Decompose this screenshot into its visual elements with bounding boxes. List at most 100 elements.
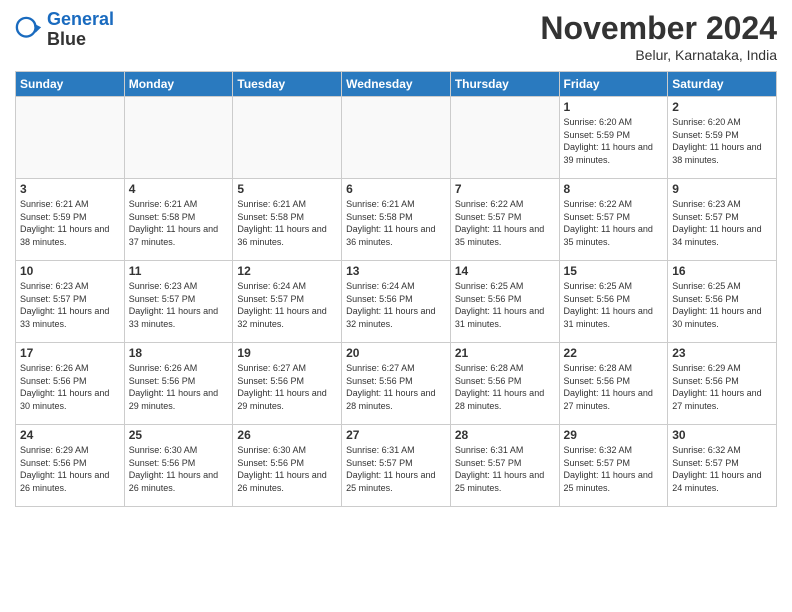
calendar-cell: 28 Sunrise: 6:31 AMSunset: 5:57 PMDayligh… bbox=[450, 425, 559, 507]
day-number: 29 bbox=[564, 428, 664, 442]
calendar-cell: 17 Sunrise: 6:26 AMSunset: 5:56 PMDayligh… bbox=[16, 343, 125, 425]
day-number: 25 bbox=[129, 428, 229, 442]
day-number: 15 bbox=[564, 264, 664, 278]
calendar-cell bbox=[124, 97, 233, 179]
calendar-cell: 24Sunrise: 6:29 AMSunset: 5:56 PMDayligh… bbox=[16, 425, 125, 507]
calendar-cell: 2 Sunrise: 6:20 AMSunset: 5:59 PMDaylight… bbox=[668, 97, 777, 179]
day-info: Sunrise: 6:27 AMSunset: 5:56 PMDaylight:… bbox=[346, 362, 446, 412]
day-info: Sunrise: 6:29 AMSunset: 5:56 PMDaylight:… bbox=[672, 362, 772, 412]
day-number: 3 bbox=[20, 182, 120, 196]
day-info: Sunrise: 6:20 AMSunset: 5:59 PMDaylight:… bbox=[564, 116, 664, 166]
day-info: Sunrise: 6:22 AMSunset: 5:57 PMDaylight:… bbox=[455, 198, 555, 248]
day-info: Sunrise: 6:21 AMSunset: 5:58 PMDaylight:… bbox=[129, 198, 229, 248]
calendar-cell: 8Sunrise: 6:22 AMSunset: 5:57 PMDaylight… bbox=[559, 179, 668, 261]
day-info: Sunrise: 6:23 AMSunset: 5:57 PMDaylight:… bbox=[129, 280, 229, 330]
day-info: Sunrise: 6:26 AMSunset: 5:56 PMDaylight:… bbox=[129, 362, 229, 412]
calendar-cell: 27 Sunrise: 6:31 AMSunset: 5:57 PMDayligh… bbox=[342, 425, 451, 507]
calendar-cell: 30 Sunrise: 6:32 AMSunset: 5:57 PMDayligh… bbox=[668, 425, 777, 507]
day-info: Sunrise: 6:32 AMSunset: 5:57 PMDaylight:… bbox=[672, 444, 772, 494]
day-number: 5 bbox=[237, 182, 337, 196]
day-number: 16 bbox=[672, 264, 772, 278]
day-info: Sunrise: 6:21 AMSunset: 5:59 PMDaylight:… bbox=[20, 198, 120, 248]
day-number: 27 bbox=[346, 428, 446, 442]
day-info: Sunrise: 6:26 AMSunset: 5:56 PMDaylight:… bbox=[20, 362, 120, 412]
day-number: 2 bbox=[672, 100, 772, 114]
day-number: 30 bbox=[672, 428, 772, 442]
day-info: Sunrise: 6:25 AMSunset: 5:56 PMDaylight:… bbox=[672, 280, 772, 330]
day-info: Sunrise: 6:24 AMSunset: 5:56 PMDaylight:… bbox=[346, 280, 446, 330]
day-number: 10 bbox=[20, 264, 120, 278]
weekday-header: Monday bbox=[124, 72, 233, 97]
calendar-cell bbox=[16, 97, 125, 179]
calendar-cell bbox=[233, 97, 342, 179]
title-block: November 2024 Belur, Karnataka, India bbox=[540, 10, 777, 63]
weekday-header: Saturday bbox=[668, 72, 777, 97]
calendar-cell: 5Sunrise: 6:21 AMSunset: 5:58 PMDaylight… bbox=[233, 179, 342, 261]
day-number: 26 bbox=[237, 428, 337, 442]
calendar-cell: 12 Sunrise: 6:24 AMSunset: 5:57 PMDayligh… bbox=[233, 261, 342, 343]
logo-text: General Blue bbox=[47, 10, 114, 50]
calendar-cell: 21Sunrise: 6:28 AMSunset: 5:56 PMDayligh… bbox=[450, 343, 559, 425]
weekday-header: Sunday bbox=[16, 72, 125, 97]
calendar-cell: 18 Sunrise: 6:26 AMSunset: 5:56 PMDayligh… bbox=[124, 343, 233, 425]
calendar-cell: 15 Sunrise: 6:25 AMSunset: 5:56 PMDayligh… bbox=[559, 261, 668, 343]
calendar: SundayMondayTuesdayWednesdayThursdayFrid… bbox=[15, 71, 777, 507]
day-number: 1 bbox=[564, 100, 664, 114]
weekday-header: Wednesday bbox=[342, 72, 451, 97]
day-info: Sunrise: 6:24 AMSunset: 5:57 PMDaylight:… bbox=[237, 280, 337, 330]
day-info: Sunrise: 6:32 AMSunset: 5:57 PMDaylight:… bbox=[564, 444, 664, 494]
calendar-cell: 9 Sunrise: 6:23 AMSunset: 5:57 PMDaylight… bbox=[668, 179, 777, 261]
calendar-cell bbox=[450, 97, 559, 179]
month-title: November 2024 bbox=[540, 10, 777, 47]
day-info: Sunrise: 6:20 AMSunset: 5:59 PMDaylight:… bbox=[672, 116, 772, 166]
day-number: 4 bbox=[129, 182, 229, 196]
day-info: Sunrise: 6:23 AMSunset: 5:57 PMDaylight:… bbox=[672, 198, 772, 248]
calendar-cell: 6 Sunrise: 6:21 AMSunset: 5:58 PMDaylight… bbox=[342, 179, 451, 261]
day-number: 7 bbox=[455, 182, 555, 196]
day-info: Sunrise: 6:30 AMSunset: 5:56 PMDaylight:… bbox=[237, 444, 337, 494]
calendar-week-row: 3 Sunrise: 6:21 AMSunset: 5:59 PMDaylight… bbox=[16, 179, 777, 261]
calendar-cell: 20 Sunrise: 6:27 AMSunset: 5:56 PMDayligh… bbox=[342, 343, 451, 425]
logo-icon bbox=[15, 16, 43, 44]
day-info: Sunrise: 6:22 AMSunset: 5:57 PMDaylight:… bbox=[564, 198, 664, 248]
day-number: 6 bbox=[346, 182, 446, 196]
day-number: 9 bbox=[672, 182, 772, 196]
day-info: Sunrise: 6:27 AMSunset: 5:56 PMDaylight:… bbox=[237, 362, 337, 412]
day-number: 17 bbox=[20, 346, 120, 360]
calendar-week-row: 10 Sunrise: 6:23 AMSunset: 5:57 PMDayligh… bbox=[16, 261, 777, 343]
day-info: Sunrise: 6:31 AMSunset: 5:57 PMDaylight:… bbox=[346, 444, 446, 494]
header: General Blue November 2024 Belur, Karnat… bbox=[15, 10, 777, 63]
location: Belur, Karnataka, India bbox=[540, 47, 777, 63]
day-info: Sunrise: 6:30 AMSunset: 5:56 PMDaylight:… bbox=[129, 444, 229, 494]
day-number: 12 bbox=[237, 264, 337, 278]
calendar-cell: 4 Sunrise: 6:21 AMSunset: 5:58 PMDaylight… bbox=[124, 179, 233, 261]
day-number: 21 bbox=[455, 346, 555, 360]
calendar-cell: 13Sunrise: 6:24 AMSunset: 5:56 PMDayligh… bbox=[342, 261, 451, 343]
calendar-cell: 3 Sunrise: 6:21 AMSunset: 5:59 PMDaylight… bbox=[16, 179, 125, 261]
calendar-cell: 29 Sunrise: 6:32 AMSunset: 5:57 PMDayligh… bbox=[559, 425, 668, 507]
logo: General Blue bbox=[15, 10, 114, 50]
weekday-header: Tuesday bbox=[233, 72, 342, 97]
day-info: Sunrise: 6:21 AMSunset: 5:58 PMDaylight:… bbox=[346, 198, 446, 248]
day-number: 24 bbox=[20, 428, 120, 442]
calendar-cell bbox=[342, 97, 451, 179]
weekday-header: Thursday bbox=[450, 72, 559, 97]
day-number: 20 bbox=[346, 346, 446, 360]
day-number: 22 bbox=[564, 346, 664, 360]
calendar-cell: 23Sunrise: 6:29 AMSunset: 5:56 PMDayligh… bbox=[668, 343, 777, 425]
day-info: Sunrise: 6:31 AMSunset: 5:57 PMDaylight:… bbox=[455, 444, 555, 494]
calendar-cell: 7 Sunrise: 6:22 AMSunset: 5:57 PMDaylight… bbox=[450, 179, 559, 261]
day-number: 28 bbox=[455, 428, 555, 442]
day-info: Sunrise: 6:28 AMSunset: 5:56 PMDaylight:… bbox=[564, 362, 664, 412]
page: General Blue November 2024 Belur, Karnat… bbox=[0, 0, 792, 612]
weekday-header: Friday bbox=[559, 72, 668, 97]
calendar-cell: 26 Sunrise: 6:30 AMSunset: 5:56 PMDayligh… bbox=[233, 425, 342, 507]
calendar-week-row: 24Sunrise: 6:29 AMSunset: 5:56 PMDayligh… bbox=[16, 425, 777, 507]
calendar-week-row: 1 Sunrise: 6:20 AMSunset: 5:59 PMDaylight… bbox=[16, 97, 777, 179]
calendar-cell: 10Sunrise: 6:23 AMSunset: 5:57 PMDayligh… bbox=[16, 261, 125, 343]
day-number: 18 bbox=[129, 346, 229, 360]
calendar-header-row: SundayMondayTuesdayWednesdayThursdayFrid… bbox=[16, 72, 777, 97]
calendar-cell: 25 Sunrise: 6:30 AMSunset: 5:56 PMDayligh… bbox=[124, 425, 233, 507]
logo-line2: Blue bbox=[47, 30, 114, 50]
day-info: Sunrise: 6:25 AMSunset: 5:56 PMDaylight:… bbox=[564, 280, 664, 330]
